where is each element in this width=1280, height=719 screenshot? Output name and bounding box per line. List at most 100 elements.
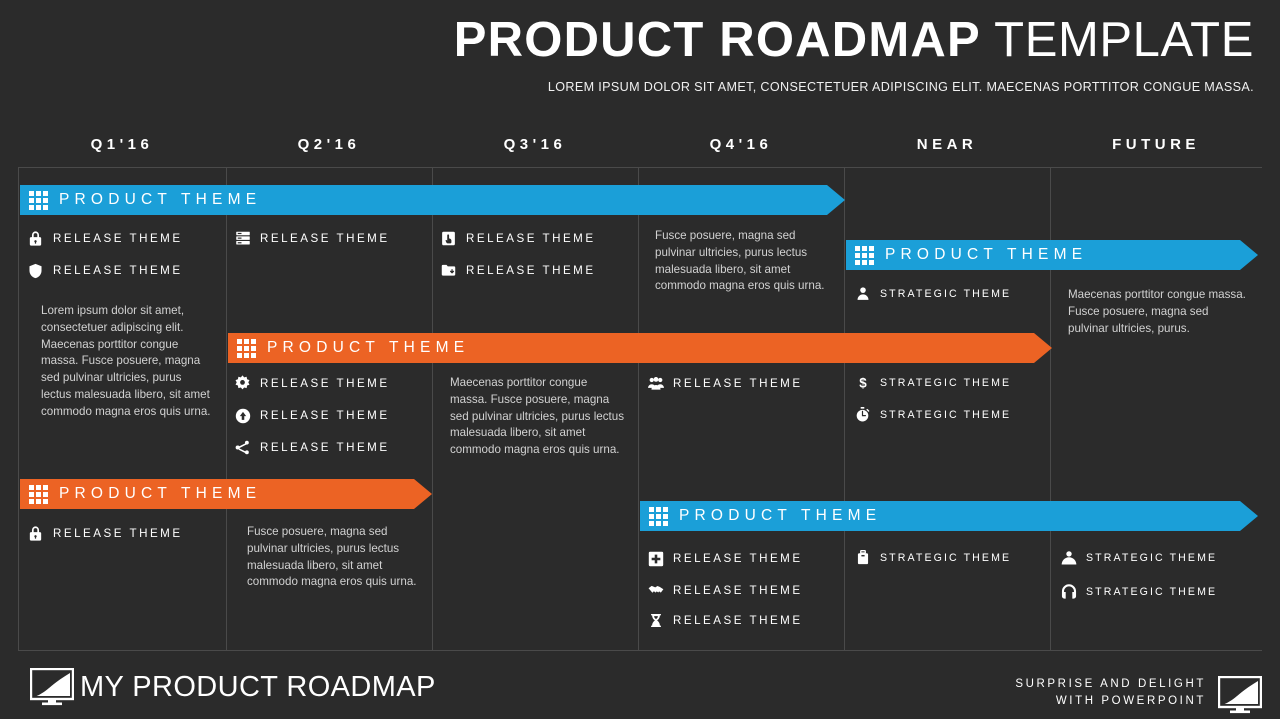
release-theme-item[interactable]: RELEASE THEME [645,580,803,601]
grid-icon [29,484,48,504]
hourglass-icon [645,610,666,631]
headset-icon [1058,581,1079,602]
plus-box-icon [645,548,666,569]
item-label: RELEASE THEME [260,232,390,245]
release-theme-item[interactable]: RELEASE THEME [25,260,183,281]
tagline-line-1: SURPRISE AND DELIGHT [1015,678,1206,690]
tap-icon [438,228,459,249]
item-label: RELEASE THEME [673,377,803,390]
bar-arrow-tip [827,185,845,215]
grid-divider-4 [844,168,845,650]
title-light: TEMPLATE [980,13,1254,67]
item-label: RELEASE THEME [53,264,183,277]
bar-label: PRODUCT THEME [267,339,470,356]
item-label: STRATEGIC THEME [1086,551,1218,564]
column-header-near: NEAR [916,136,978,153]
release-theme-item[interactable]: RELEASE THEME [232,437,390,458]
shield-icon [25,260,46,281]
column-header-q2: Q2'16 [297,136,361,153]
item-label: RELEASE THEME [466,232,596,245]
brand-logo-right[interactable] [1217,675,1263,714]
grid-icon [237,338,256,358]
bar-arrow-tip [414,479,432,509]
item-label: STRATEGIC THEME [880,551,1012,564]
map-pin-person-icon [1058,547,1079,568]
bar-body: PRODUCT THEME [20,185,827,215]
item-label: STRATEGIC THEME [1086,585,1218,598]
grid-icon [29,190,48,210]
release-theme-item[interactable]: RELEASE THEME [438,228,596,249]
dollar-icon: $ [852,372,873,393]
item-label: RELEASE THEME [673,552,803,565]
release-theme-item[interactable]: RELEASE THEME [232,228,390,249]
strategic-theme-item[interactable]: STRATEGIC THEME [1058,581,1217,602]
grid-divider-0 [18,168,19,650]
release-theme-item[interactable]: RELEASE THEME [438,260,596,281]
grid-divider-2 [432,168,433,650]
strategic-theme-item[interactable]: $ STRATEGIC THEME [852,372,1011,393]
bar-label: PRODUCT THEME [885,246,1088,263]
product-theme-bar-1[interactable]: PRODUCT THEME [20,185,845,215]
description-text: Fusce posuere, magna sed pulvinar ultric… [247,525,417,589]
release-theme-item[interactable]: RELEASE THEME [645,373,803,394]
item-label: RELEASE THEME [260,409,390,422]
handshake-icon [645,580,666,601]
item-label: STRATEGIC THEME [880,408,1012,421]
gear-icon [232,373,253,394]
grid-icon [649,506,668,526]
bar-body: PRODUCT THEME [640,501,1240,531]
release-theme-item[interactable]: RELEASE THEME [232,405,390,426]
group-icon [645,373,666,394]
timeline-column-headers: Q1'16 Q2'16 Q3'16 Q4'16 NEAR FUTURE [18,136,1262,166]
strategic-theme-item[interactable]: STRATEGIC THEME [1058,547,1217,568]
share-icon [232,437,253,458]
item-label: RELEASE THEME [53,232,183,245]
arrow-up-circle-icon [232,405,253,426]
bar-label: PRODUCT THEME [59,485,262,502]
grid-divider-3 [638,168,639,650]
item-label: STRATEGIC THEME [880,287,1012,300]
strategic-theme-item[interactable]: STRATEGIC THEME [852,283,1011,304]
column-header-future: FUTURE [1112,136,1200,153]
grid-bottom-line [18,650,1262,651]
item-label: RELEASE THEME [53,527,183,540]
folder-download-icon [438,260,459,281]
release-theme-item[interactable]: RELEASE THEME [645,548,803,569]
bar-label: PRODUCT THEME [59,191,262,208]
bar-body: PRODUCT THEME [20,479,414,509]
product-theme-bar-5[interactable]: PRODUCT THEME [640,501,1258,531]
footer-tagline: SURPRISE AND DELIGHT WITH POWERPOINT [1015,676,1206,710]
strategic-theme-item[interactable]: STRATEGIC THEME [852,404,1011,425]
roadmap-monitor-logo-icon [29,667,75,706]
release-theme-item[interactable]: RELEASE THEME [645,610,803,631]
page-subtitle: LOREM IPSUM DOLOR SIT AMET, CONSECTETUER… [547,80,1254,94]
product-theme-bar-2[interactable]: PRODUCT THEME [228,333,1052,363]
slide-header: PRODUCT ROADMAP TEMPLATE LOREM IPSUM DOL… [0,0,1280,110]
grid-icon [855,245,874,265]
product-theme-bar-3[interactable]: PRODUCT THEME [846,240,1258,270]
grid-divider-1 [226,168,227,650]
bar-arrow-tip [1240,240,1258,270]
release-theme-item[interactable]: RELEASE THEME [25,228,183,249]
strategic-theme-item[interactable]: STRATEGIC THEME [852,547,1011,568]
slide-footer: MY PRODUCT ROADMAP SURPRISE AND DELIGHT … [0,660,1280,719]
description-text: Maecenas porttitor congue massa. Fusce p… [450,376,624,457]
item-label: RELEASE THEME [466,264,596,277]
item-label: RELEASE THEME [260,441,390,454]
bar-arrow-tip [1240,501,1258,531]
item-label: RELEASE THEME [673,584,803,597]
product-theme-bar-4[interactable]: PRODUCT THEME [20,479,432,509]
bar-label: PRODUCT THEME [679,507,882,524]
description-text: Fusce posuere, magna sed pulvinar ultric… [655,229,825,293]
release-theme-item[interactable]: RELEASE THEME [25,523,183,544]
lock-icon [25,228,46,249]
roadmap-slide: PRODUCT ROADMAP TEMPLATE LOREM IPSUM DOL… [0,0,1280,719]
column-header-q3: Q3'16 [503,136,567,153]
description-text: Lorem ipsum dolor sit amet, consectetuer… [41,304,211,418]
column-header-q4: Q4'16 [709,136,773,153]
lock-icon [25,523,46,544]
bar-arrow-tip [1034,333,1052,363]
brand-logo-left[interactable]: MY PRODUCT ROADMAP [29,667,436,706]
release-theme-item[interactable]: RELEASE THEME [232,373,390,394]
item-label: RELEASE THEME [260,377,390,390]
